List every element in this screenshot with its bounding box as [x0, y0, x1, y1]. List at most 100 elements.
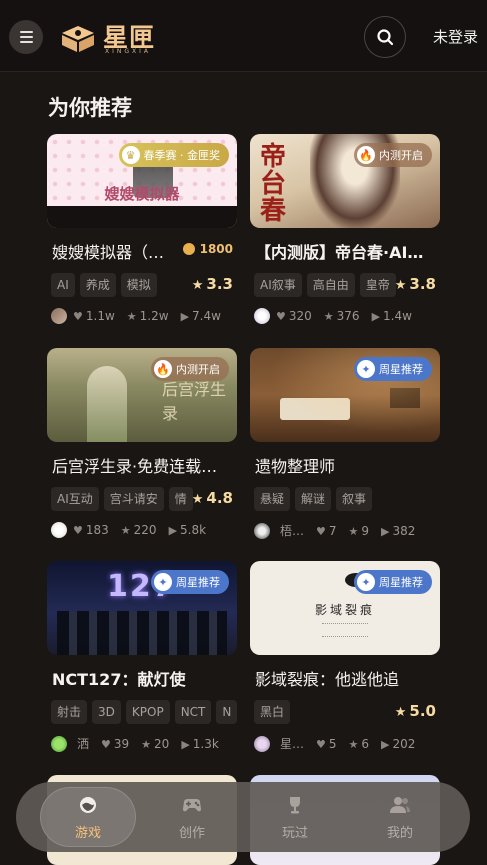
- heart-icon: ♥: [73, 524, 83, 537]
- tag[interactable]: 黑白: [254, 700, 291, 724]
- tag[interactable]: AI叙事: [254, 273, 302, 297]
- tab-create[interactable]: 创作: [144, 782, 240, 852]
- planet-icon: [80, 797, 96, 813]
- heart-icon: ♥: [276, 310, 286, 323]
- tag[interactable]: 解谜: [295, 487, 332, 511]
- star-icon: ★: [126, 310, 137, 323]
- play-icon: ▶: [168, 524, 178, 537]
- coin-count: 1800: [182, 242, 233, 256]
- star-badge-icon: ✦: [357, 573, 375, 591]
- heart-icon: ♥: [316, 737, 326, 751]
- tag[interactable]: NCT: [174, 700, 212, 724]
- card-title: 嫂嫂模拟器（…: [52, 243, 165, 262]
- star-icon: ★: [348, 524, 359, 538]
- card-stats: ♥ 183 ★ 220 ▶ 5.8k: [51, 522, 206, 538]
- star-icon: ★: [191, 278, 204, 293]
- bottom-tab-bar: 游戏 创作 玩过 我的: [16, 782, 470, 852]
- tag[interactable]: 射击: [51, 700, 88, 724]
- trophy-icon: [290, 797, 300, 814]
- tag[interactable]: N: [216, 700, 237, 724]
- weekly-pick-badge: ✦ 周星推荐: [354, 357, 432, 381]
- rating: ★ 5.0: [394, 702, 436, 720]
- star-badge-icon: ✦: [357, 360, 375, 378]
- card-cover: 127 ✦ 周星推荐: [47, 561, 237, 655]
- tag[interactable]: 叙事: [336, 487, 373, 511]
- avatar: [51, 522, 67, 538]
- tag[interactable]: KPOP: [125, 700, 170, 724]
- card-stats: 梧… ♥ 7 ★ 9 ▶ 382: [254, 522, 415, 539]
- tag[interactable]: 悬疑: [254, 487, 291, 511]
- coin-icon: [182, 243, 195, 255]
- card-cover: 嫂嫂模拟器 ♛ 春季赛 · 金匣奖: [47, 134, 237, 228]
- cover-title: 帝台春: [260, 142, 287, 226]
- card-title: 遗物整理师: [255, 457, 336, 476]
- search-icon: [377, 29, 394, 46]
- tab-played[interactable]: 玩过: [247, 782, 343, 852]
- tag[interactable]: 3D: [92, 700, 121, 724]
- tag-list: AI 养成 模拟: [51, 273, 196, 297]
- star-icon: ★: [323, 310, 334, 323]
- search-button[interactable]: [364, 16, 406, 58]
- card-title: 影域裂痕：他逃他追: [255, 670, 400, 689]
- hamburger-icon: [19, 36, 33, 38]
- card-stats: 洒 ♥ 39 ★ 20 ▶ 1.3k: [51, 735, 219, 752]
- flame-icon: 🔥: [357, 146, 375, 164]
- tag[interactable]: 养成: [79, 273, 116, 297]
- tag[interactable]: 高自由: [306, 273, 355, 297]
- star-icon: ★: [120, 524, 131, 537]
- menu-button[interactable]: [9, 20, 43, 54]
- star-icon: ★: [348, 737, 359, 751]
- tag-list: AI叙事 高自由 皇帝: [254, 273, 399, 297]
- login-link[interactable]: 未登录: [433, 26, 478, 47]
- section-title: 为你推荐: [48, 96, 132, 120]
- play-icon: ▶: [371, 310, 381, 323]
- avatar: [254, 735, 270, 752]
- tag[interactable]: 模拟: [120, 273, 157, 297]
- star-icon: ★: [141, 737, 152, 751]
- game-card[interactable]: 影域裂痕 ✦ 周星推荐 影域裂痕：他逃他追 黑白 ★ 5.0 星… ♥ 5 ★ 6 ▶…: [250, 561, 440, 752]
- heart-icon: ♥: [316, 524, 326, 538]
- star-icon: ★: [394, 705, 407, 720]
- logo-box-icon: [62, 26, 94, 52]
- author-name: 梧…: [280, 524, 305, 538]
- game-card[interactable]: 嫂嫂模拟器 ♛ 春季赛 · 金匣奖 嫂嫂模拟器（… 1800 AI 养成 模拟 …: [47, 134, 237, 324]
- card-cover: 影域裂痕 ✦ 周星推荐: [250, 561, 440, 655]
- game-card[interactable]: 后宫浮生录 🔥 内测开启 后宫浮生录·免费连载… AI互动 宫斗请安 情 ★ 4.…: [47, 348, 237, 538]
- game-card[interactable]: ✦ 周星推荐 遗物整理师 悬疑 解谜 叙事 梧… ♥ 7 ★ 9 ▶ 382: [250, 348, 440, 539]
- star-badge-icon: ✦: [154, 573, 172, 591]
- author-name: 洒: [77, 737, 90, 751]
- tab-games[interactable]: 游戏: [40, 787, 136, 847]
- cover-title: 嫂嫂模拟器: [104, 185, 180, 203]
- star-icon: ★: [394, 278, 407, 293]
- card-cover: ✦ 周星推荐: [250, 348, 440, 442]
- card-stats: 星… ♥ 5 ★ 6 ▶ 202: [254, 735, 415, 752]
- logo-subtitle: XINGXIA: [105, 48, 152, 55]
- card-title: 【内测版】帝台春·AI…: [255, 243, 424, 262]
- crown-icon: ♛: [121, 146, 140, 164]
- card-title: NCT127：献灯使: [52, 670, 186, 689]
- tab-mine[interactable]: 我的: [352, 782, 448, 852]
- card-cover: 后宫浮生录 🔥 内测开启: [47, 348, 237, 442]
- tag[interactable]: AI互动: [51, 487, 99, 511]
- tag-list: 黑白: [254, 700, 399, 724]
- tag[interactable]: 皇帝: [359, 273, 396, 297]
- game-card[interactable]: 帝台春 🔥 内测开启 【内测版】帝台春·AI… AI叙事 高自由 皇帝 ★ 3.8…: [250, 134, 440, 324]
- avatar: [51, 735, 67, 752]
- play-icon: ▶: [381, 737, 390, 751]
- avatar: [51, 308, 67, 324]
- tag[interactable]: AI: [51, 273, 75, 297]
- play-icon: ▶: [180, 310, 190, 323]
- flame-icon: 🔥: [154, 360, 172, 378]
- heart-icon: ♥: [101, 737, 111, 751]
- author-name: 星…: [280, 737, 305, 751]
- card-title: 后宫浮生录·免费连载…: [52, 457, 218, 476]
- tag[interactable]: 宫斗请安: [103, 487, 164, 511]
- tag[interactable]: 情: [168, 487, 193, 511]
- logo[interactable]: 星匣 XINGXIA: [58, 18, 155, 58]
- game-card[interactable]: 127 ✦ 周星推荐 NCT127：献灯使 射击 3D KPOP NCT N 洒…: [47, 561, 237, 752]
- user-group-icon: [390, 797, 410, 813]
- tag-list: 射击 3D KPOP NCT N: [51, 700, 237, 724]
- beta-badge: 🔥 内测开启: [151, 357, 229, 381]
- beta-badge: 🔥 内测开启: [354, 143, 432, 167]
- tag-list: AI互动 宫斗请安 情: [51, 487, 196, 511]
